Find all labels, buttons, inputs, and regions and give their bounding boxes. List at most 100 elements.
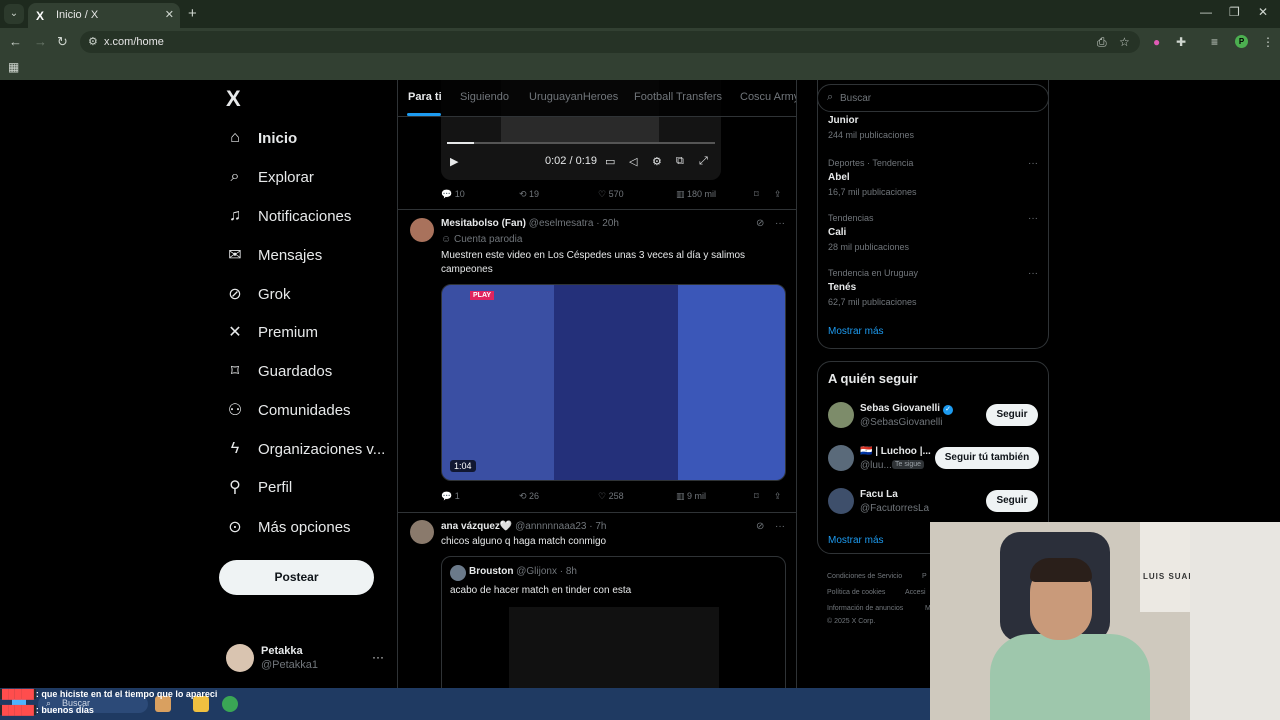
- show-more-trends-link[interactable]: Mostrar más: [828, 326, 884, 337]
- grok-icon[interactable]: ⊘: [756, 218, 764, 229]
- repost-button[interactable]: ⟲ 19: [519, 189, 539, 200]
- share-icon[interactable]: ⇪: [774, 189, 782, 200]
- chrome-icon[interactable]: [222, 696, 238, 712]
- footer-link[interactable]: Condiciones de Servicio: [827, 573, 902, 580]
- follow-suggestion[interactable]: Sebas Giovanelli ✓ @SebasGiovanelli Segui…: [828, 402, 1043, 430]
- trend-category: Tendencias: [828, 213, 874, 223]
- nav-item-premium[interactable]: ✕ Premium: [226, 317, 318, 347]
- follow-back-button[interactable]: Seguir tú también: [935, 447, 1039, 469]
- nav-item-explorar[interactable]: ⌕ Explorar: [226, 162, 314, 192]
- author-name[interactable]: Mesitabolso (Fan): [441, 218, 526, 229]
- menu-icon[interactable]: ⋮: [1262, 35, 1274, 49]
- fullscreen-icon[interactable]: ⤢: [699, 155, 708, 168]
- trend-item[interactable]: Deportes · Tendencia Abel 16,7 mil publi…: [828, 158, 1038, 197]
- share-icon[interactable]: ⇪: [774, 491, 782, 502]
- reply-button[interactable]: 💬 10: [441, 189, 465, 200]
- restore-icon[interactable]: ❐: [1229, 5, 1240, 19]
- window-close-icon[interactable]: ✕: [1258, 5, 1268, 19]
- star-icon[interactable]: ☆: [1119, 35, 1130, 49]
- footer-link[interactable]: Política de cookies: [827, 589, 885, 596]
- tab-football-transfers[interactable]: Football Transfers: [634, 91, 722, 103]
- more-dots-icon[interactable]: ···: [775, 218, 785, 229]
- nav-label: Inicio: [258, 129, 298, 147]
- tab-para-ti[interactable]: Para ti: [408, 91, 442, 103]
- media-control-icon[interactable]: ≡: [1211, 35, 1218, 49]
- nav-item-guardados[interactable]: ⌑ Guardados: [226, 356, 332, 386]
- follow-button[interactable]: Seguir: [986, 404, 1038, 426]
- tab-siguiendo[interactable]: Siguiendo: [460, 91, 509, 103]
- account-switcher[interactable]: Petakka @Petakka1 ···: [226, 644, 386, 674]
- minimize-icon[interactable]: —: [1200, 5, 1212, 19]
- more-dots-icon[interactable]: ···: [1028, 213, 1038, 224]
- reload-icon[interactable]: ↻: [57, 34, 68, 50]
- lightning-icon: ϟ: [230, 440, 240, 457]
- post-button[interactable]: Postear: [219, 560, 374, 595]
- captions-icon[interactable]: ▭: [605, 155, 615, 168]
- forward-icon[interactable]: →: [34, 34, 47, 49]
- x-logo-icon[interactable]: X: [226, 86, 241, 112]
- nav-item-organizaciones[interactable]: ϟ Organizaciones v...: [226, 434, 386, 464]
- nav-item-inicio[interactable]: ⌂ Inicio: [226, 123, 297, 153]
- more-dots-icon[interactable]: ···: [372, 650, 384, 664]
- follow-suggestion[interactable]: Facu La @FacutorresLa Seguir: [828, 488, 1043, 516]
- search-input[interactable]: ⌕ Buscar: [817, 84, 1049, 112]
- footer-link[interactable]: Accesi: [905, 589, 926, 596]
- repost-button[interactable]: ⟲ 26: [519, 491, 539, 502]
- follow-button[interactable]: Seguir: [986, 490, 1038, 512]
- pip-icon[interactable]: ⧉: [676, 155, 684, 168]
- show-more-follow-link[interactable]: Mostrar más: [828, 535, 884, 546]
- close-icon[interactable]: ✕: [165, 8, 174, 21]
- nav-item-mensajes[interactable]: ✉ Mensajes: [226, 240, 322, 270]
- tweet-time[interactable]: · 7h: [589, 521, 606, 532]
- grok-icon[interactable]: ⊘: [756, 521, 764, 532]
- quoted-tweet[interactable]: Brouston @Glijonx · 8h acabo de hacer ma…: [441, 556, 786, 688]
- trend-item[interactable]: Tendencia en Uruguay Tenés 62,7 mil publ…: [828, 268, 1038, 307]
- avatar[interactable]: [410, 520, 434, 544]
- more-dots-icon[interactable]: ···: [1028, 268, 1038, 279]
- apps-grid-icon[interactable]: ▦: [8, 60, 19, 74]
- nav-item-mas-opciones[interactable]: ⊙ Más opciones: [226, 512, 350, 542]
- profile-avatar[interactable]: P: [1235, 35, 1248, 48]
- follow-suggestion[interactable]: 🇵🇾 | Luchoo |... @luu... Te sigue Seguir…: [828, 445, 1043, 473]
- more-dots-icon[interactable]: ···: [1028, 158, 1038, 169]
- like-button[interactable]: ♡ 570: [598, 189, 624, 200]
- mute-icon[interactable]: ◁: [629, 155, 637, 168]
- tab-search-button[interactable]: ⌄: [4, 4, 24, 24]
- browser-tab[interactable]: X Inicio / X ✕: [28, 3, 180, 28]
- bookmark-icon[interactable]: ⌑: [754, 491, 759, 502]
- author-handle[interactable]: @annnnnaaa23: [515, 521, 586, 532]
- quote-image[interactable]: [509, 607, 719, 688]
- trend-item[interactable]: Tendencias Cali 28 mil publicaciones ···: [828, 213, 1038, 252]
- footer-link[interactable]: Información de anuncios: [827, 605, 903, 612]
- new-tab-button[interactable]: +: [188, 5, 197, 22]
- install-icon[interactable]: ⎙: [1097, 35, 1107, 50]
- views-button[interactable]: ▥ 180 mil: [676, 189, 716, 200]
- url-field[interactable]: ⚙ x.com/home: [80, 31, 1140, 53]
- footer-link[interactable]: P: [922, 573, 927, 580]
- nav-item-grok[interactable]: ⊘ Grok: [226, 279, 290, 309]
- seek-bar[interactable]: [447, 142, 715, 144]
- nav-item-perfil[interactable]: ⚲ Perfil: [226, 472, 292, 502]
- tweet-time[interactable]: · 20h: [596, 218, 619, 229]
- tweet-video[interactable]: PLAY 1:04: [441, 284, 786, 481]
- nav-item-notificaciones[interactable]: ♫ Notificaciones: [226, 201, 351, 231]
- reply-button[interactable]: 💬 1: [441, 491, 460, 502]
- tab-coscu-army[interactable]: Coscu Army: [740, 91, 796, 103]
- avatar[interactable]: [410, 218, 434, 242]
- author-handle[interactable]: @eselmesatra: [529, 218, 594, 229]
- like-button[interactable]: ♡ 258: [598, 491, 624, 502]
- bookmark-icon[interactable]: ⌑: [754, 189, 759, 200]
- site-info-icon[interactable]: ⚙: [88, 35, 98, 48]
- more-dots-icon[interactable]: ···: [775, 521, 785, 532]
- suggestion-name: Facu La: [860, 489, 898, 500]
- nav-item-comunidades[interactable]: ⚇ Comunidades: [226, 395, 351, 425]
- author-name[interactable]: ana vázquez🤍: [441, 521, 512, 532]
- settings-icon[interactable]: ⚙: [652, 155, 662, 168]
- tab-uruguayanheroes[interactable]: UruguayanHeroes: [529, 91, 618, 103]
- views-button[interactable]: ▥ 9 mil: [676, 491, 706, 502]
- play-icon[interactable]: ▶: [450, 155, 458, 168]
- extension-icon[interactable]: ●: [1153, 35, 1160, 49]
- puzzle-icon[interactable]: ✚: [1176, 35, 1186, 49]
- trend-item[interactable]: Junior 244 mil publicaciones: [828, 115, 1038, 140]
- back-icon[interactable]: ←: [9, 34, 22, 49]
